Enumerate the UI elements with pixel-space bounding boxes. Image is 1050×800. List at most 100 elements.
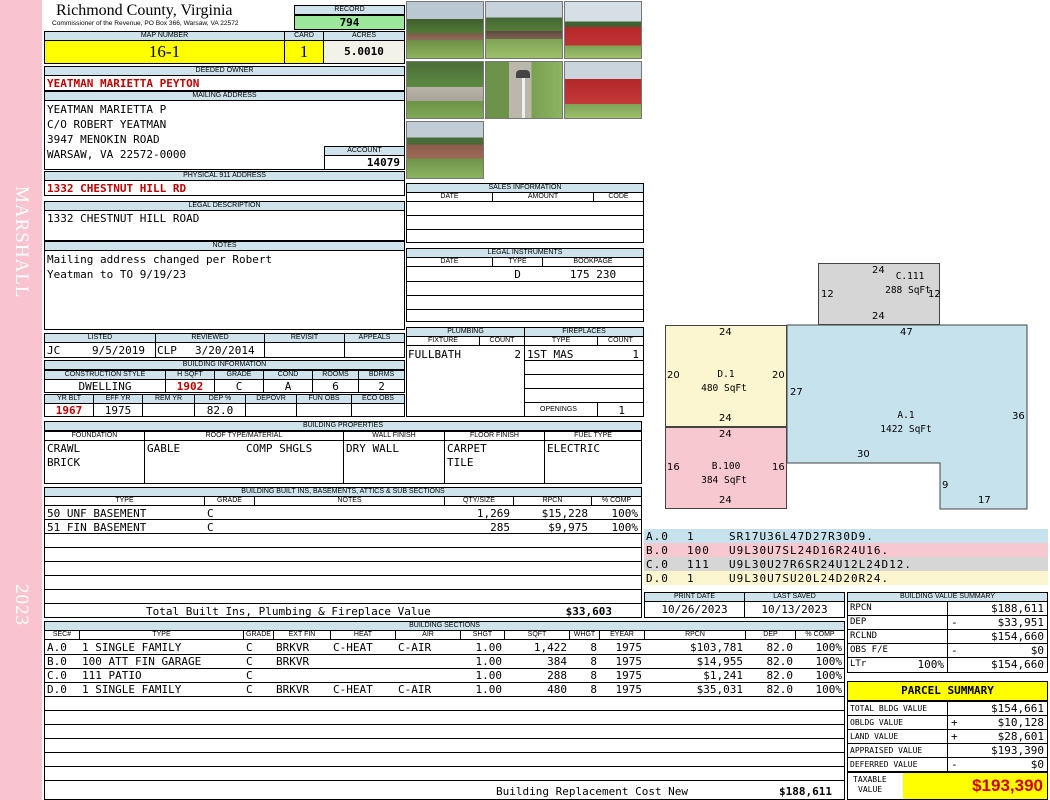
vs-rpcn-value: $188,611 — [991, 602, 1044, 615]
section-cell-eyear: 1975 — [615, 641, 643, 654]
divider — [524, 388, 644, 389]
divider — [155, 342, 156, 358]
ps-obldg-label: OBLDG VALUE — [850, 718, 903, 727]
parcel-summary-header: PARCEL SUMMARY — [847, 681, 1048, 701]
section-cell-rpcn: $14,955 — [696, 655, 743, 668]
section-cell-sqft: 384 — [547, 655, 567, 668]
foundation-value-2: BRICK — [47, 456, 81, 469]
sketch-a-right: 36 — [1012, 411, 1025, 422]
trace-path: U9L30U7SU20L24D20R24. — [729, 572, 890, 585]
mailing-line-3: 3947 MENOKIN ROAD — [47, 133, 160, 146]
floor-value-2: TILE — [447, 456, 474, 469]
taxable-value: $193,390 — [903, 773, 1047, 799]
vs-ltr-value: $154,660 — [991, 658, 1044, 671]
section-cell-sec: B.0 — [47, 655, 67, 668]
fp-count-value: 1 — [632, 348, 639, 361]
divider — [44, 696, 845, 697]
building-properties-header: BUILDING PROPERTIES — [44, 421, 642, 431]
divider — [296, 403, 297, 417]
section-cell-shgt: 1.00 — [475, 641, 503, 654]
section-cell-type: 111 PATIO — [82, 669, 142, 682]
listed-date: 9/5/2019 — [92, 344, 145, 357]
dep-value: 82.0 — [206, 404, 234, 417]
sketch-a-bottom: 17 — [978, 495, 991, 506]
section-cell-sqft: 288 — [547, 669, 567, 682]
divider — [44, 561, 642, 562]
section-cell-type: 1 SINGLE FAMILY — [82, 641, 182, 654]
sections-col-header: HEAT — [330, 630, 396, 640]
replacement-cost-value: $188,611 — [779, 785, 832, 798]
sketch-b-left: 16 — [667, 462, 680, 473]
section-cell-shgt: 1.00 — [475, 669, 503, 682]
notes-line-2: Yeatman to TO 9/19/23 — [47, 268, 187, 281]
ps-obldg-value: $10,128 — [997, 716, 1044, 729]
section-cell-eyear: 1975 — [615, 683, 643, 696]
reviewed-by: CLP — [157, 344, 177, 357]
ps-deferred-label: DEFERRED VALUE — [850, 760, 918, 769]
listed-by: JC — [47, 344, 61, 357]
bi-row-2-type: 51 FIN BASEMENT — [47, 521, 147, 534]
record-header: RECORD — [294, 5, 405, 15]
sketch-c-left: 12 — [821, 289, 834, 300]
section-cell-shgt: 1.00 — [475, 655, 503, 668]
section-cell-rpcn: $1,241 — [703, 669, 743, 682]
divider — [44, 752, 845, 753]
divider — [44, 589, 642, 590]
barn-photo — [564, 1, 642, 59]
acres-value: 5.0010 — [323, 40, 405, 64]
sketch-d-area: 480 SqFt — [701, 383, 747, 394]
wall-value: DRY WALL — [346, 442, 399, 455]
last-saved-value: 10/13/2023 — [744, 601, 845, 618]
section-cell-sqft: 480 — [547, 683, 567, 696]
sketch-b-area: 384 SqFt — [701, 475, 747, 486]
barn-photo — [564, 61, 642, 119]
trace-path: U9L30U27R6SR24U12L24D12. — [729, 558, 912, 571]
divider — [344, 342, 345, 358]
divider — [406, 309, 644, 310]
trace-code: 111 — [687, 558, 710, 571]
rooms-value: 6 — [332, 380, 339, 393]
section-cell-sec: A.0 — [47, 641, 67, 654]
sketch-a-top: 47 — [900, 327, 913, 338]
page-subtitle: Commissioner of the Revenue, PO Box 366,… — [52, 20, 239, 27]
mailbox-photo — [485, 61, 563, 119]
ps-appraised-label: APPRAISED VALUE — [850, 746, 923, 755]
construction-style-value: DWELLING — [78, 380, 132, 393]
sketch-b-top: 24 — [719, 429, 732, 440]
sketch-b-right: 16 — [772, 462, 785, 473]
floor-value-1: CARPET — [447, 442, 487, 455]
sketch-c-bottom: 24 — [872, 311, 885, 322]
section-cell-ext: BRKVR — [276, 655, 310, 668]
sketch-a-step: 30 — [857, 449, 870, 460]
bdrms-value: 2 — [378, 380, 385, 393]
li-book-value: 175 230 — [569, 268, 617, 281]
divider — [544, 440, 545, 484]
ps-bldg-value: $154,661 — [991, 702, 1044, 715]
section-cell-dep: 82.0 — [766, 669, 794, 682]
divider — [847, 757, 1048, 758]
sections-col-header: AIR — [395, 630, 461, 640]
grade-value: C — [235, 380, 243, 393]
section-cell-sec: D.0 — [47, 683, 67, 696]
print-date-value: 10/26/2023 — [644, 601, 745, 618]
bi-row-1-grade: C — [207, 507, 214, 520]
sketch-a-left: 27 — [790, 387, 803, 398]
sections-col-header: GRADE — [243, 630, 274, 640]
divider — [406, 281, 644, 282]
section-cell-whgt: 8 — [590, 669, 597, 682]
section-cell-comp: 100% — [815, 669, 843, 682]
mailing-line-4: WARSAW, VA 22572-0000 — [47, 148, 187, 161]
sketch-b-bottom: 24 — [719, 495, 732, 506]
section-cell-shgt: 1.00 — [475, 683, 503, 696]
trace-id: A.0 — [646, 530, 669, 543]
sketch-d-left: 20 — [667, 370, 680, 381]
deeded-owner-name: YEATMAN MARIETTA PEYTON — [47, 77, 200, 90]
sections-col-header: WHGT — [569, 630, 600, 640]
trace-path: U9L30U7SL24D16R24U16. — [729, 544, 890, 557]
sketch-b-label: B.100 — [711, 461, 741, 472]
sections-col-header: TYPE — [79, 630, 244, 640]
openings-label: OPENINGS — [540, 406, 577, 413]
section-cell-grade: C — [246, 655, 253, 668]
trace-path: SR17U36L47D27R30D9. — [729, 530, 874, 543]
house-photo — [406, 121, 484, 179]
